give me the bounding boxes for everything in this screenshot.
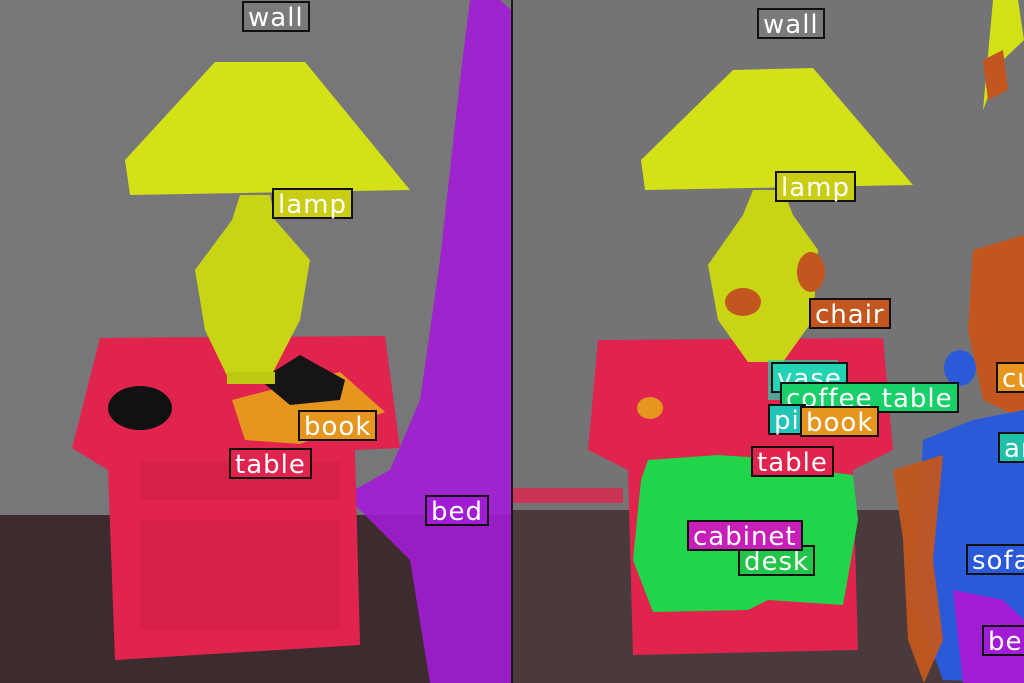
label-be: be — [982, 625, 1024, 657]
left-scene — [0, 0, 511, 683]
label-cabinet: cabinet — [687, 520, 803, 552]
label-table: table — [229, 448, 312, 480]
right-scene — [513, 0, 1024, 683]
label-lamp: lamp — [272, 188, 353, 220]
label-chair: chair — [809, 298, 891, 330]
label-table: table — [751, 446, 834, 478]
label-wall: wall — [242, 1, 310, 33]
label-wall: wall — [757, 8, 825, 40]
label-bed: bed — [425, 495, 490, 527]
label-ar: ar — [998, 432, 1024, 464]
left-segmentation-panel — [0, 0, 511, 683]
label-sofa: sofa — [966, 544, 1024, 576]
right-segmentation-panel — [513, 0, 1024, 683]
label-lamp: lamp — [775, 171, 856, 203]
label-cu: cu — [996, 362, 1024, 394]
label-book: book — [800, 406, 880, 438]
label-book: book — [298, 410, 378, 442]
